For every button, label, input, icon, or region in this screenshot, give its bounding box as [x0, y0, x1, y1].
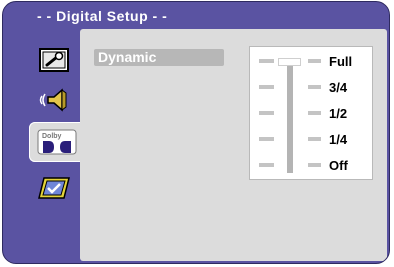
tick-right [308, 85, 321, 89]
tick-left [259, 85, 274, 89]
speaker-icon [38, 87, 70, 113]
wrench-icon [39, 48, 69, 72]
tab-rail [5, 32, 31, 260]
tab-dolby-digital[interactable]: Dolby [29, 122, 84, 162]
tab-audio-setup[interactable] [29, 82, 79, 118]
tick-right [308, 137, 321, 141]
slider-track [287, 61, 293, 173]
tick-left [259, 137, 274, 141]
level-label: 1/2 [329, 106, 348, 121]
tick-right [308, 163, 321, 167]
dynamic-slider[interactable]: Full 3/4 1/2 1/4 Off [249, 46, 373, 180]
tick-right [308, 111, 321, 115]
dynamic-setting-item[interactable]: Dynamic [94, 49, 224, 66]
level-label: Off [329, 158, 348, 173]
level-label: 1/4 [329, 132, 348, 147]
dolby-icon: Dolby [37, 129, 77, 155]
tick-right [308, 59, 321, 63]
tick-left [259, 59, 274, 63]
level-label: 3/4 [329, 80, 348, 95]
level-label: Full [329, 54, 353, 69]
window-title: - - Digital Setup - - [37, 8, 168, 24]
tick-left [259, 163, 274, 167]
check-icon [38, 176, 70, 200]
tab-general-setup[interactable] [29, 42, 79, 78]
slider-knob[interactable] [278, 58, 301, 66]
tick-left [259, 111, 274, 115]
svg-text:Dolby: Dolby [42, 133, 62, 140]
tab-preferences[interactable] [29, 170, 79, 206]
